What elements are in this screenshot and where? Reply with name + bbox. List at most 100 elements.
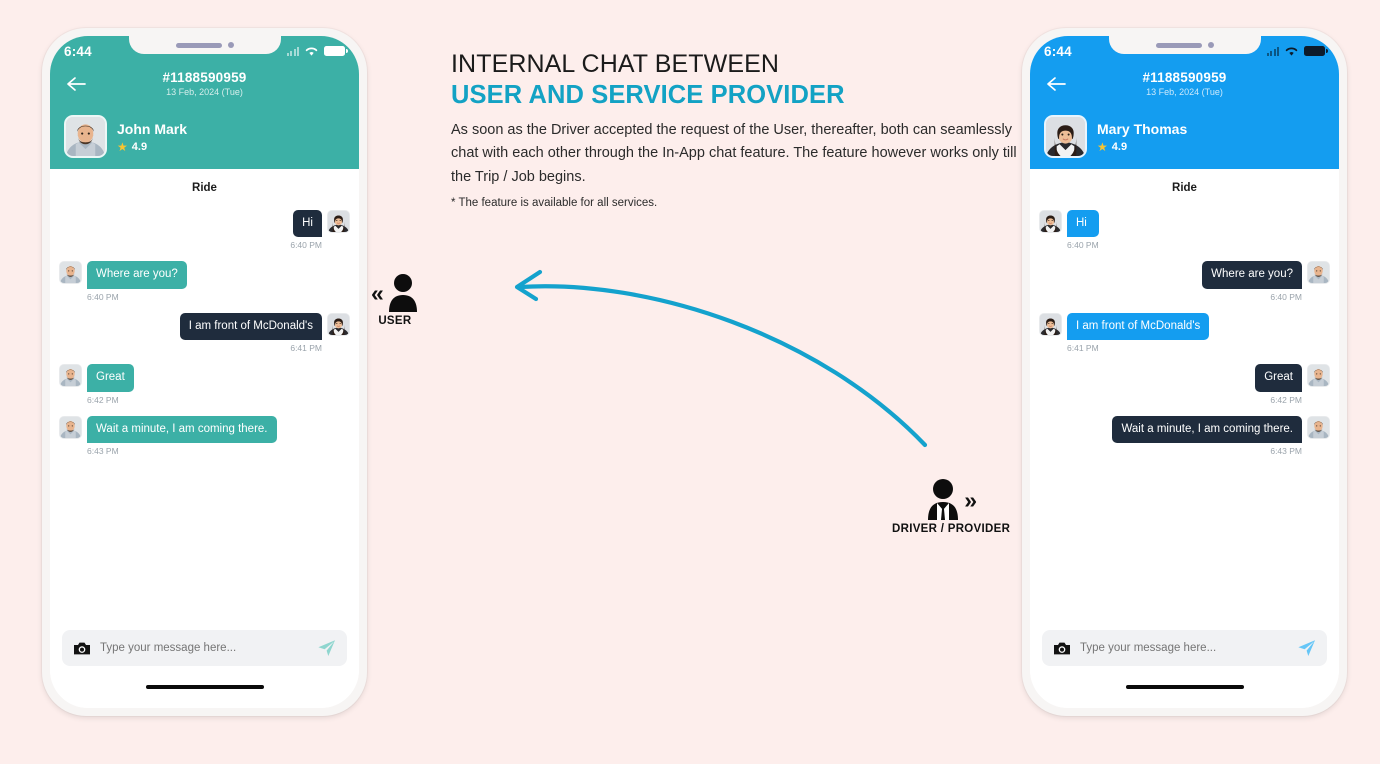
rating-badge: ★ 4.9 bbox=[1097, 141, 1187, 153]
message-row: Hi 6:40 PM bbox=[1040, 210, 1329, 250]
message-row: Where are you? 6:40 PM bbox=[60, 261, 349, 302]
avatar bbox=[60, 262, 81, 284]
actor-driver: » DRIVER / PROVIDER bbox=[892, 478, 1010, 535]
message-row: Wait a minute, I am coming there. 6:43 PM bbox=[60, 415, 349, 456]
actor-driver-label: DRIVER / PROVIDER bbox=[892, 523, 1011, 535]
avatar bbox=[1308, 365, 1329, 387]
message-row: I am front of McDonald's 6:41 PM bbox=[1040, 312, 1329, 354]
message-bubble[interactable]: Great bbox=[87, 364, 134, 392]
avatar bbox=[328, 313, 349, 335]
actor-user: « USER bbox=[371, 272, 419, 327]
message-bubble[interactable]: I am front of McDonald's bbox=[179, 312, 322, 341]
message-timestamp: 6:40 PM bbox=[290, 240, 322, 251]
chat-partner-name: Mary Thomas bbox=[1097, 120, 1188, 137]
trip-date: 13 Feb, 2024 (Tue) bbox=[166, 87, 243, 97]
wifi-icon bbox=[305, 47, 318, 56]
message-row: Hi 6:40 PM bbox=[60, 210, 349, 250]
status-bar: 6:44 bbox=[50, 36, 359, 66]
chevron-left-double-icon: « bbox=[371, 279, 384, 306]
chat-header: 6:44 #1188590959 13 Feb, 2024 (Tue) John Ma… bbox=[50, 36, 359, 169]
trip-summary: #1188590959 13 Feb, 2024 (Tue) bbox=[64, 70, 345, 97]
slide-canvas: 6:44 #1188590959 13 Feb, 2024 (Tue) John Ma… bbox=[0, 0, 1380, 764]
battery-icon bbox=[324, 45, 348, 57]
trip-id: #1188590959 bbox=[1142, 70, 1227, 85]
avatar bbox=[60, 416, 81, 438]
status-clock: 6:44 bbox=[1044, 43, 1072, 59]
message-list: Ride Hi 6:40 PM Where are you? 6:40 PM I am f… bbox=[50, 169, 359, 624]
send-icon[interactable] bbox=[317, 639, 336, 657]
camera-icon[interactable] bbox=[73, 641, 91, 656]
driver-phone: 6:44 #1188590959 13 Feb, 2024 (Tue) Mary Th… bbox=[1022, 28, 1347, 716]
signal-icon bbox=[286, 46, 299, 56]
camera-icon[interactable] bbox=[1053, 641, 1071, 656]
star-icon: ★ bbox=[1097, 139, 1108, 154]
chat-partner[interactable]: Mary Thomas ★ 4.9 bbox=[1030, 108, 1339, 159]
rating-value: 4.9 bbox=[131, 140, 148, 153]
avatar bbox=[60, 365, 81, 387]
message-timestamp: 6:43 PM bbox=[1270, 445, 1302, 456]
message-input[interactable] bbox=[100, 642, 308, 654]
message-bubble[interactable]: Hi bbox=[1067, 210, 1099, 238]
description-block: INTERNAL CHAT BETWEEN USER AND SERVICE P… bbox=[451, 50, 1023, 209]
status-icons bbox=[286, 45, 348, 57]
message-timestamp: 6:42 PM bbox=[1270, 394, 1302, 405]
back-arrow-icon[interactable] bbox=[66, 76, 86, 92]
avatar bbox=[1308, 262, 1329, 284]
trip-id: #1188590959 bbox=[162, 70, 247, 85]
message-bubble[interactable]: Where are you? bbox=[87, 261, 187, 289]
home-indicator-area bbox=[50, 666, 359, 708]
message-bubble[interactable]: Wait a minute, I am coming there. bbox=[1112, 415, 1302, 443]
home-indicator[interactable] bbox=[1125, 684, 1244, 690]
message-list: Ride Hi 6:40 PM Where are you? 6:40 PM I am f… bbox=[1030, 169, 1339, 624]
earpiece-speaker bbox=[175, 43, 222, 48]
star-icon: ★ bbox=[117, 139, 128, 154]
chevron-right-double-icon: » bbox=[964, 486, 977, 513]
footnote: * The feature is available for all servi… bbox=[451, 197, 658, 209]
avatar bbox=[328, 211, 349, 232]
message-bubble[interactable]: Wait a minute, I am coming there. bbox=[87, 415, 277, 443]
earpiece-speaker bbox=[1155, 43, 1202, 48]
message-bubble[interactable]: Where are you? bbox=[1202, 261, 1302, 289]
user-phone: 6:44 #1188590959 13 Feb, 2024 (Tue) John Ma… bbox=[42, 28, 367, 716]
description-paragraph: As soon as the Driver accepted the reque… bbox=[451, 121, 1017, 185]
service-type-label: Ride bbox=[192, 182, 217, 194]
chat-partner[interactable]: John Mark ★ 4.9 bbox=[50, 108, 359, 159]
avatar bbox=[1040, 313, 1061, 335]
message-bubble[interactable]: I am front of McDonald's bbox=[1067, 312, 1210, 341]
message-timestamp: 6:40 PM bbox=[87, 291, 119, 302]
message-timestamp: 6:43 PM bbox=[87, 445, 119, 456]
avatar bbox=[66, 117, 105, 156]
trip-summary: #1188590959 13 Feb, 2024 (Tue) bbox=[1044, 70, 1325, 97]
send-icon[interactable] bbox=[1297, 639, 1316, 657]
message-bubble[interactable]: Great bbox=[1255, 364, 1302, 392]
driver-phone-screen: 6:44 #1188590959 13 Feb, 2024 (Tue) Mary Th… bbox=[1030, 36, 1339, 708]
flow-arrow-icon bbox=[514, 269, 928, 448]
message-row: I am front of McDonald's 6:41 PM bbox=[60, 312, 349, 353]
home-indicator-area bbox=[1030, 666, 1339, 708]
device-notch bbox=[128, 36, 281, 54]
service-type-label: Ride bbox=[1172, 182, 1197, 194]
message-timestamp: 6:40 PM bbox=[1270, 291, 1302, 302]
home-indicator[interactable] bbox=[145, 684, 264, 690]
user-phone-screen: 6:44 #1188590959 13 Feb, 2024 (Tue) John Ma… bbox=[50, 36, 359, 708]
avatar bbox=[1308, 416, 1329, 438]
front-camera-dot bbox=[1207, 42, 1214, 48]
back-arrow-icon[interactable] bbox=[1046, 76, 1066, 92]
chat-partner-name: John Mark bbox=[117, 120, 188, 137]
person-icon bbox=[388, 274, 417, 312]
rating-badge: ★ 4.9 bbox=[117, 141, 187, 153]
message-timestamp: 6:40 PM bbox=[1067, 240, 1099, 251]
headline-line-1: INTERNAL CHAT BETWEEN bbox=[451, 50, 780, 78]
rating-value: 4.9 bbox=[1111, 140, 1128, 153]
message-bubble[interactable]: Hi bbox=[293, 210, 322, 238]
status-icons bbox=[1266, 45, 1328, 57]
message-timestamp: 6:41 PM bbox=[1067, 343, 1099, 354]
business-person-icon bbox=[928, 479, 959, 520]
message-row: Great 6:42 PM bbox=[1040, 364, 1329, 405]
front-camera-dot bbox=[227, 42, 234, 48]
device-notch bbox=[1108, 36, 1261, 54]
avatar bbox=[1040, 211, 1061, 232]
wifi-icon bbox=[1285, 47, 1298, 56]
message-input[interactable] bbox=[1080, 642, 1288, 654]
actor-user-label: USER bbox=[378, 315, 412, 327]
